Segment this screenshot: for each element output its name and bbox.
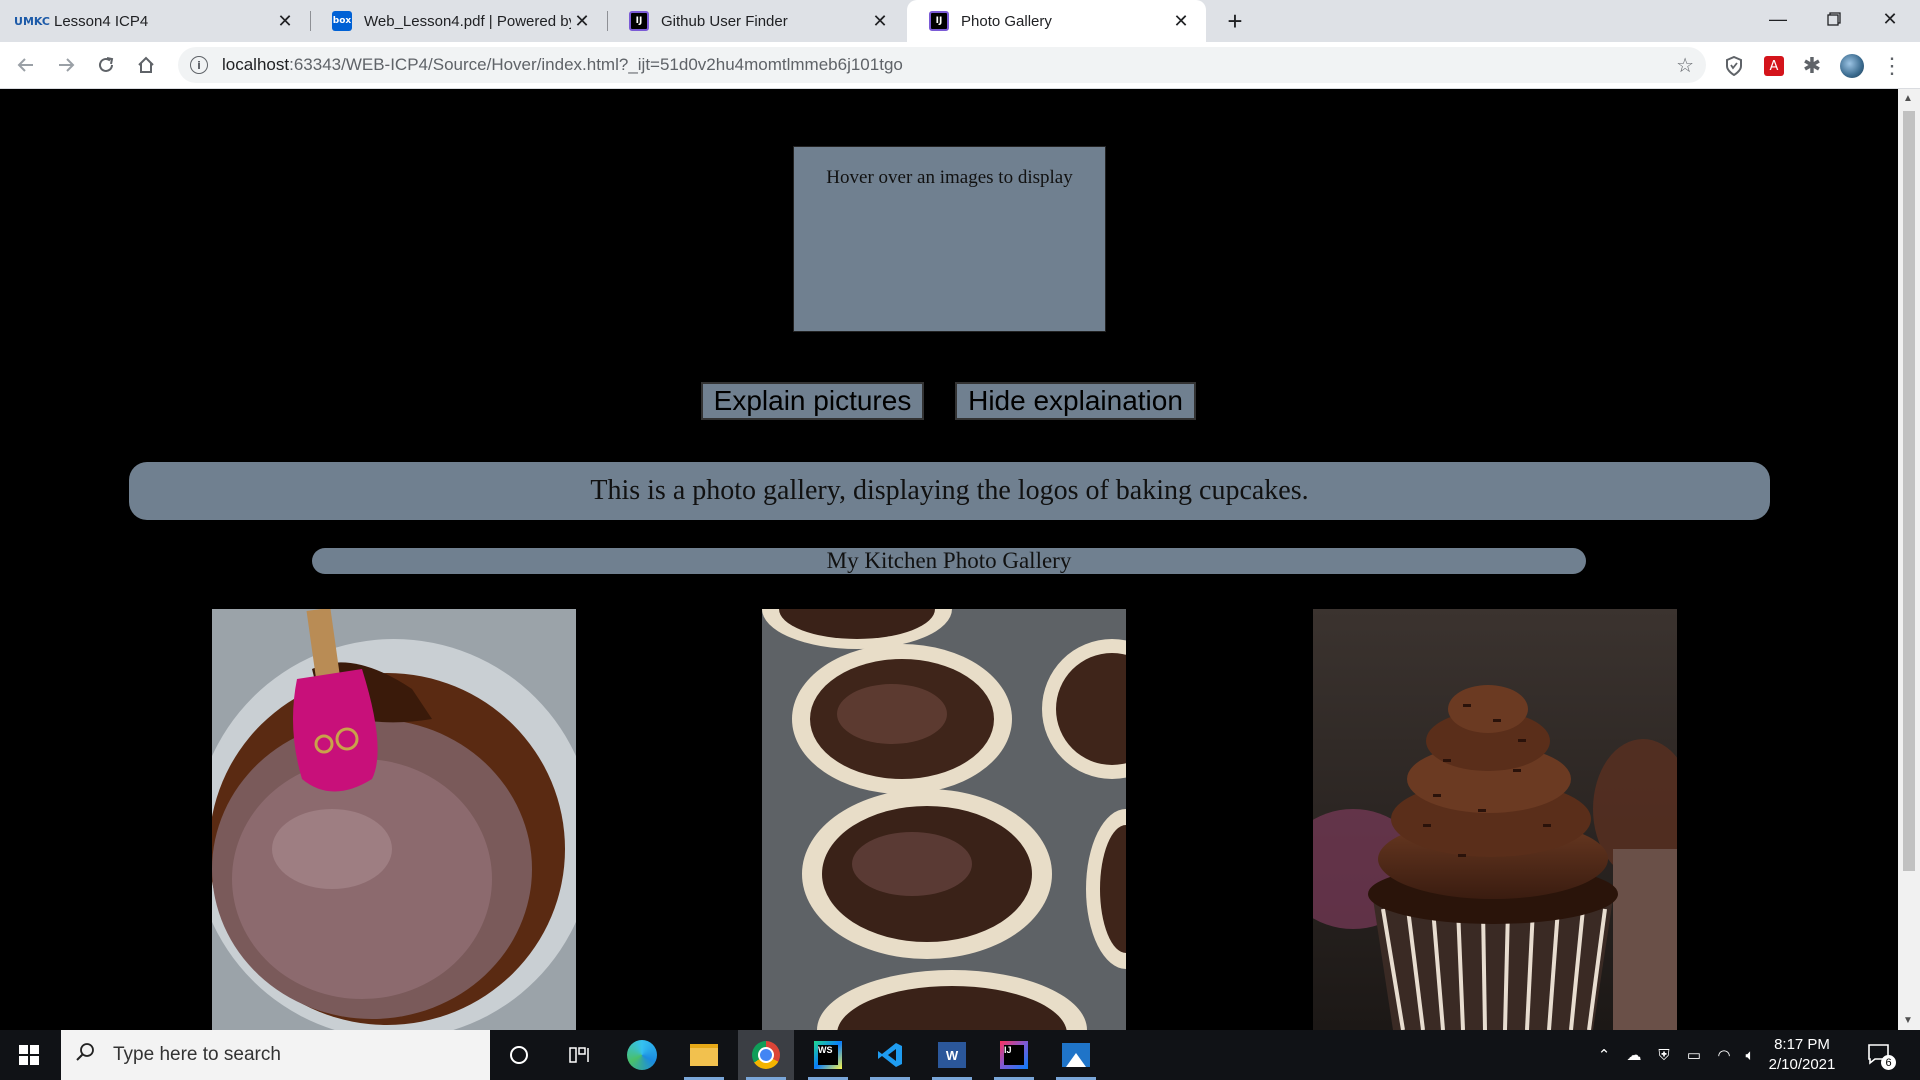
back-button[interactable]: [12, 51, 40, 79]
cortana-icon[interactable]: [491, 1030, 547, 1080]
tab-label: Lesson4 ICP4: [54, 12, 149, 30]
gallery-photo-cupcake[interactable]: [1313, 609, 1677, 1030]
gallery-title: My Kitchen Photo Gallery: [312, 548, 1586, 574]
close-icon[interactable]: ✕: [869, 10, 891, 32]
url-text: localhost:63343/WEB-ICP4/Source/Hover/in…: [222, 55, 903, 74]
explanation-banner: This is a photo gallery, displaying the …: [129, 462, 1770, 520]
tab-label: Web_Lesson4.pdf | Powered by Box: [364, 12, 571, 30]
file-explorer-icon[interactable]: [676, 1030, 732, 1080]
close-icon[interactable]: ✕: [571, 10, 593, 32]
home-button[interactable]: [132, 51, 160, 79]
back-arrow-icon: [17, 58, 33, 72]
minimize-button[interactable]: —: [1750, 0, 1806, 38]
taskbar-clock[interactable]: 8:17 PM 2/10/2021: [1762, 1035, 1842, 1075]
page-scrollbar[interactable]: ▲ ▼: [1898, 89, 1920, 1030]
avatar[interactable]: [1840, 54, 1864, 78]
image-display-box: Hover over an images to display: [793, 146, 1106, 332]
volume-icon[interactable]: 🔈︎: [1738, 1030, 1762, 1080]
muffin-tin-image: [762, 609, 1126, 1030]
close-icon[interactable]: ✕: [1170, 10, 1192, 32]
show-hidden-icons-icon[interactable]: ⌃: [1592, 1030, 1616, 1080]
cupcake-image: [1313, 609, 1677, 1030]
intellij-icon[interactable]: IJ: [986, 1030, 1042, 1080]
scroll-up-icon[interactable]: ▲: [1903, 93, 1913, 104]
intellij-icon: IJ: [929, 11, 949, 31]
close-icon[interactable]: ✕: [274, 10, 296, 32]
gallery-photo-batter[interactable]: [212, 609, 576, 1030]
start-button[interactable]: [0, 1030, 58, 1080]
box-icon: box: [332, 11, 352, 31]
shield-extension-icon[interactable]: [1722, 54, 1746, 78]
page-content: Hover over an images to display Explain …: [0, 89, 1898, 1030]
bookmark-star-icon[interactable]: ☆: [1676, 53, 1694, 78]
home-icon: [138, 56, 154, 73]
photos-icon[interactable]: [1048, 1030, 1104, 1080]
forward-button[interactable]: [52, 51, 80, 79]
action-center-button[interactable]: 6: [1862, 1038, 1896, 1072]
webstorm-icon[interactable]: WS: [800, 1030, 856, 1080]
restore-button[interactable]: [1806, 0, 1862, 38]
scroll-down-icon[interactable]: ▼: [1903, 1015, 1913, 1026]
word-icon[interactable]: W: [924, 1030, 980, 1080]
browser-toolbar: i localhost:63343/WEB-ICP4/Source/Hover/…: [0, 42, 1920, 89]
umkc-icon: UMKC: [14, 14, 50, 28]
notification-count: 6: [1881, 1055, 1896, 1070]
restore-icon: [1827, 12, 1841, 26]
acrobat-extension-icon[interactable]: A: [1762, 54, 1786, 78]
wifi-icon[interactable]: ◠: [1710, 1030, 1738, 1080]
scrollbar-thumb[interactable]: [1903, 111, 1915, 871]
reload-button[interactable]: [92, 51, 120, 79]
reload-icon: [99, 57, 114, 72]
onedrive-icon[interactable]: ☁: [1620, 1030, 1648, 1080]
search-icon: [75, 1042, 97, 1068]
clock-time: 8:17 PM: [1774, 1036, 1830, 1053]
forward-arrow-icon: [59, 58, 75, 72]
new-tab-button[interactable]: +: [1220, 6, 1250, 36]
battery-icon[interactable]: ▭: [1680, 1030, 1708, 1080]
tab-label: Photo Gallery: [961, 12, 1052, 30]
taskbar-search[interactable]: Type here to search: [61, 1030, 490, 1080]
windows-logo-icon: [19, 1045, 39, 1065]
extensions-puzzle-icon[interactable]: ✱: [1800, 53, 1824, 78]
batter-bowl-image: [212, 609, 576, 1030]
more-menu-icon[interactable]: ⋮: [1880, 53, 1904, 78]
vscode-icon[interactable]: [862, 1030, 918, 1080]
info-icon[interactable]: i: [190, 56, 208, 74]
hide-explanation-button[interactable]: Hide explaination: [955, 382, 1196, 420]
close-window-button[interactable]: ✕: [1862, 0, 1918, 38]
intellij-icon: IJ: [629, 11, 649, 31]
chrome-icon[interactable]: [738, 1030, 794, 1080]
tab-github-user-finder[interactable]: IJ Github User Finder ✕: [607, 0, 905, 42]
tab-label: Github User Finder: [661, 12, 788, 30]
search-placeholder: Type here to search: [113, 1044, 281, 1065]
address-bar[interactable]: i localhost:63343/WEB-ICP4/Source/Hover/…: [178, 47, 1706, 83]
tab-web-lesson4-pdf[interactable]: box Web_Lesson4.pdf | Powered by Box ✕: [310, 0, 607, 42]
tab-photo-gallery[interactable]: IJ Photo Gallery ✕: [907, 0, 1206, 42]
gallery-photo-muffin-tin[interactable]: [762, 609, 1126, 1030]
tab-lesson4[interactable]: UMKC Lesson4 ICP4 ✕: [0, 0, 310, 42]
task-view-icon[interactable]: [552, 1030, 608, 1080]
tab-strip: UMKC Lesson4 ICP4 ✕ box Web_Lesson4.pdf …: [0, 0, 1920, 42]
explain-pictures-button[interactable]: Explain pictures: [701, 382, 924, 420]
windows-taskbar: Type here to search WS W IJ ⌃ ☁ ⛨ ▭ ◠ 🔈︎: [0, 1030, 1920, 1080]
edge-icon[interactable]: [614, 1030, 670, 1080]
security-icon[interactable]: ⛨: [1650, 1030, 1678, 1080]
clock-date: 2/10/2021: [1768, 1056, 1836, 1073]
